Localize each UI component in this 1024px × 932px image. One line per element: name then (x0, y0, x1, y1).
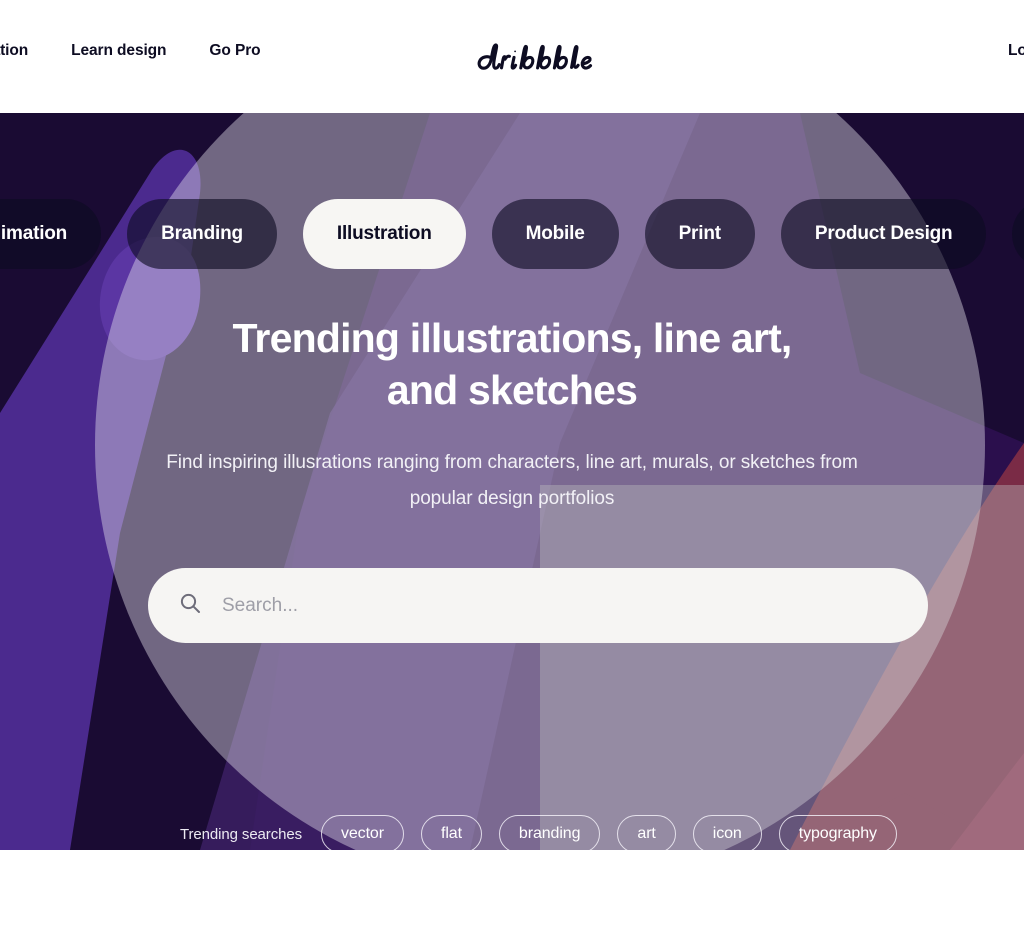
page-below-hero (0, 850, 1024, 932)
hero-headline-line-2: and sketches (386, 366, 638, 413)
category-pill-label: Animation (0, 223, 68, 244)
site-header: Inspiration Learn design Go Pro (0, 0, 1024, 113)
trending-searches: Trending searches vector flat branding a… (180, 815, 897, 850)
category-pill-label: Branding (161, 223, 243, 244)
search-icon (178, 591, 202, 620)
trending-tag-label: vector (340, 825, 384, 842)
trending-tag-branding[interactable]: branding (498, 815, 601, 850)
trending-tag-label: art (637, 825, 656, 842)
hero-subtitle: Find inspiring illusrations ranging from… (166, 452, 858, 510)
search-input[interactable] (222, 585, 928, 626)
nav-item-inspiration[interactable]: Inspiration (0, 42, 28, 60)
category-pill-label: Product Design (814, 223, 953, 244)
hero-content: Animation Branding Illustration Mobile P… (0, 113, 1024, 850)
category-pill-illustration[interactable]: Illustration (302, 199, 466, 269)
trending-tag-label: typography (798, 825, 877, 842)
trending-tag-label: flat (440, 825, 462, 842)
hero-section: Animation Branding Illustration Mobile P… (0, 113, 1024, 850)
category-filter-bar[interactable]: Animation Branding Illustration Mobile P… (0, 188, 1024, 280)
trending-tag-typography[interactable]: typography (778, 815, 897, 850)
category-pill-branding[interactable]: Branding (127, 199, 277, 269)
trending-searches-label: Trending searches (180, 825, 302, 843)
trending-tag-vector[interactable]: vector (320, 815, 404, 850)
trending-tag-flat[interactable]: flat (420, 815, 482, 850)
trending-tag-label: branding (518, 825, 581, 842)
category-pill-label: Illustration (336, 223, 432, 244)
category-pill-product-design[interactable]: Product Design (780, 199, 987, 269)
nav-item-go-pro[interactable]: Go Pro (209, 42, 260, 60)
category-pill-typography[interactable]: Typography (1012, 199, 1024, 269)
search-bar[interactable] (148, 568, 928, 643)
category-pill-label: Print (678, 223, 721, 244)
secondary-navigation: Log in (1008, 42, 1024, 60)
category-pill-mobile[interactable]: Mobile (491, 199, 619, 269)
trending-tag-art[interactable]: art (617, 815, 676, 850)
nav-item-learn-design[interactable]: Learn design (71, 42, 166, 60)
trending-tag-icon[interactable]: icon (692, 815, 762, 850)
primary-navigation: Inspiration Learn design Go Pro (0, 42, 261, 60)
hero-headline: Trending illustrations, line art, and sk… (0, 313, 1024, 416)
category-pill-animation[interactable]: Animation (0, 199, 102, 269)
nav-item-login[interactable]: Log in (1008, 42, 1024, 59)
hero-headline-line-1: Trending illustrations, line art, (232, 315, 792, 361)
category-pill-label: Mobile (525, 223, 585, 244)
trending-tag-label: icon (712, 825, 742, 842)
dribbble-logo[interactable] (474, 36, 602, 80)
category-pill-print[interactable]: Print (644, 199, 755, 269)
